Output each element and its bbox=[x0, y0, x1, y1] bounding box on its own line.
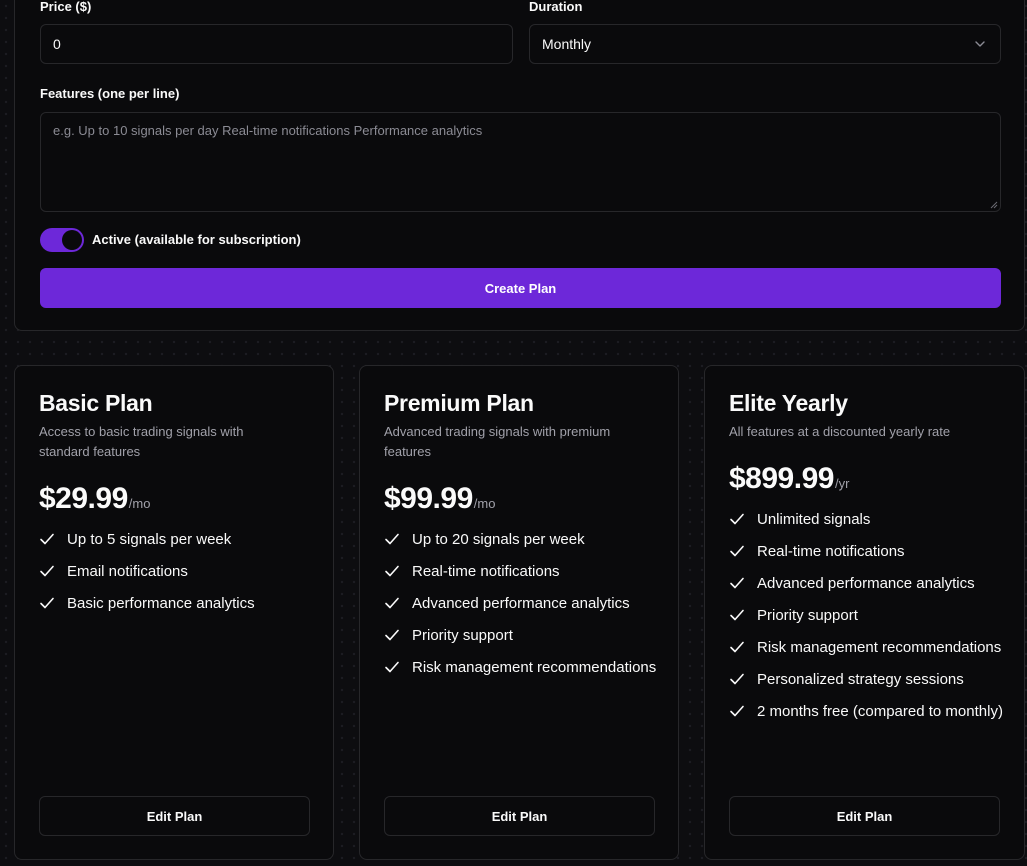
check-icon bbox=[730, 705, 744, 717]
plan-price: $29.99/mo bbox=[39, 482, 150, 516]
feature-item: Advanced performance analytics bbox=[729, 572, 1009, 596]
price-label: Price ($) bbox=[40, 0, 92, 14]
duration-label: Duration bbox=[529, 0, 583, 14]
plan-price-period: /yr bbox=[834, 476, 850, 491]
feature-list: Unlimited signals Real-time notification… bbox=[729, 508, 1009, 732]
feature-item: Advanced performance analytics bbox=[384, 592, 664, 616]
check-icon bbox=[40, 533, 54, 545]
feature-list: Up to 20 signals per week Real-time noti… bbox=[384, 528, 664, 688]
check-icon bbox=[385, 533, 399, 545]
check-icon bbox=[730, 673, 744, 685]
check-icon bbox=[730, 641, 744, 653]
check-icon bbox=[385, 565, 399, 577]
plan-name: Premium Plan bbox=[384, 390, 534, 416]
check-icon bbox=[730, 545, 744, 557]
feature-item: Up to 20 signals per week bbox=[384, 528, 664, 552]
plan-price-amount: $899.99 bbox=[729, 462, 834, 495]
feature-item: 2 months free (compared to monthly) bbox=[729, 700, 1009, 724]
plan-name: Basic Plan bbox=[39, 390, 153, 416]
feature-item: Real-time notifications bbox=[729, 540, 1009, 564]
features-label: Features (one per line) bbox=[40, 86, 180, 101]
plan-price: $99.99/mo bbox=[384, 482, 495, 516]
feature-list: Up to 5 signals per week Email notificat… bbox=[39, 528, 319, 624]
feature-item: Basic performance analytics bbox=[39, 592, 319, 616]
feature-item: Personalized strategy sessions bbox=[729, 668, 1009, 692]
plan-card-basic: Basic Plan Access to basic trading signa… bbox=[14, 365, 334, 860]
active-toggle[interactable] bbox=[40, 228, 84, 252]
feature-item: Priority support bbox=[384, 624, 664, 648]
features-placeholder: e.g. Up to 10 signals per day Real-time … bbox=[53, 123, 483, 138]
check-icon bbox=[385, 597, 399, 609]
feature-item: Risk management recommendations bbox=[729, 636, 1009, 660]
plan-name: Elite Yearly bbox=[729, 390, 848, 416]
duration-select[interactable]: Monthly bbox=[529, 24, 1001, 64]
plan-price-amount: $29.99 bbox=[39, 482, 128, 515]
plan-price-period: /mo bbox=[128, 496, 151, 511]
edit-plan-button[interactable]: Edit Plan bbox=[39, 796, 310, 836]
plan-description: Access to basic trading signals with sta… bbox=[39, 424, 244, 459]
plan-card-premium: Premium Plan Advanced trading signals wi… bbox=[359, 365, 679, 860]
check-icon bbox=[730, 577, 744, 589]
duration-select-value: Monthly bbox=[542, 36, 592, 52]
check-icon bbox=[40, 565, 54, 577]
check-icon bbox=[730, 609, 744, 621]
feature-item: Up to 5 signals per week bbox=[39, 528, 319, 552]
price-input[interactable]: 0 bbox=[40, 24, 513, 64]
feature-item: Email notifications bbox=[39, 560, 319, 584]
create-plan-button[interactable]: Create Plan bbox=[40, 268, 1001, 308]
feature-item: Risk management recommendations bbox=[384, 656, 664, 680]
feature-item: Unlimited signals bbox=[729, 508, 1009, 532]
toggle-knob bbox=[62, 230, 82, 250]
create-plan-form: Price ($) 0 Duration Monthly Features (o… bbox=[14, 0, 1025, 331]
chevron-down-icon bbox=[975, 41, 985, 47]
edit-plan-button[interactable]: Edit Plan bbox=[729, 796, 1000, 836]
plan-card-elite: Elite Yearly All features at a discounte… bbox=[704, 365, 1025, 860]
resize-handle-icon[interactable] bbox=[990, 201, 998, 209]
plan-price-amount: $99.99 bbox=[384, 482, 473, 515]
active-toggle-label: Active (available for subscription) bbox=[92, 232, 301, 247]
price-input-value: 0 bbox=[53, 36, 61, 52]
plan-description: Advanced trading signals with premium fe… bbox=[384, 424, 611, 459]
feature-item: Real-time notifications bbox=[384, 560, 664, 584]
plan-price: $899.99/yr bbox=[729, 462, 849, 496]
feature-item: Priority support bbox=[729, 604, 1009, 628]
check-icon bbox=[40, 597, 54, 609]
check-icon bbox=[730, 513, 744, 525]
plan-price-period: /mo bbox=[473, 496, 496, 511]
check-icon bbox=[385, 629, 399, 641]
edit-plan-button[interactable]: Edit Plan bbox=[384, 796, 655, 836]
plan-description: All features at a discounted yearly rate bbox=[729, 424, 951, 439]
features-textarea[interactable]: e.g. Up to 10 signals per day Real-time … bbox=[40, 112, 1001, 212]
check-icon bbox=[385, 661, 399, 673]
